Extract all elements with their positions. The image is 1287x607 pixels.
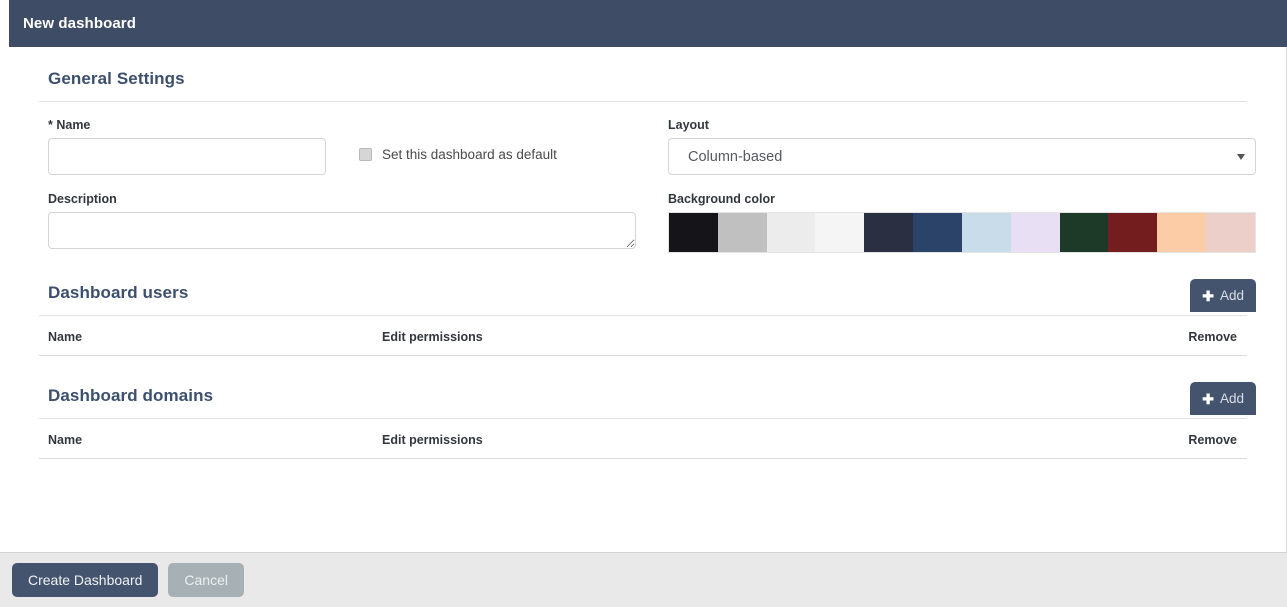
page-title: New dashboard <box>23 15 136 32</box>
add-dashboard-user-label: Add <box>1219 288 1244 303</box>
column-header-edit-permissions: Edit permissions <box>382 433 483 447</box>
dashboard-users-table: Name Edit permissions Remove <box>39 316 1247 356</box>
form-left-column: * Name Set this dashboard as default Des… <box>39 118 659 253</box>
add-dashboard-domain-label: Add <box>1219 391 1244 406</box>
column-header-remove: Remove <box>1188 330 1237 344</box>
background-color-swatch-11[interactable] <box>1206 213 1255 252</box>
dashboard-users-heading: Dashboard users <box>48 283 189 302</box>
name-label: * Name <box>48 118 91 132</box>
background-color-swatch-8[interactable] <box>1059 213 1109 252</box>
background-color-swatch-9[interactable] <box>1108 213 1158 252</box>
dashboard-domains-section: Dashboard domains ✚ Add Name Edit permis… <box>39 382 1256 459</box>
general-settings-heading: General Settings <box>48 69 185 88</box>
description-textarea[interactable] <box>48 212 636 249</box>
chevron-down-icon <box>1237 153 1245 160</box>
set-default-label: Set this dashboard as default <box>382 147 557 162</box>
dashboard-users-section: Dashboard users ✚ Add Name Edit permissi… <box>39 279 1256 356</box>
section-divider <box>39 101 1247 102</box>
plus-icon: ✚ <box>1202 287 1214 304</box>
form-footer: Create Dashboard Cancel <box>0 552 1287 607</box>
create-dashboard-button[interactable]: Create Dashboard <box>12 563 159 597</box>
cancel-button[interactable]: Cancel <box>168 563 244 597</box>
background-color-swatch-4[interactable] <box>864 213 914 252</box>
layout-select-wrapper[interactable]: Column-based <box>668 138 1256 175</box>
general-settings-section: General Settings * Name Set this dashboa… <box>39 69 1256 253</box>
column-header-remove: Remove <box>1188 433 1237 447</box>
layout-select[interactable]: Column-based <box>668 138 1256 175</box>
layout-select-value: Column-based <box>688 148 783 165</box>
background-color-palette[interactable] <box>668 212 1256 253</box>
column-header-name: Name <box>48 330 83 344</box>
background-color-label: Background color <box>668 192 775 206</box>
background-color-swatch-2[interactable] <box>766 213 816 252</box>
dashboard-domains-heading: Dashboard domains <box>48 386 214 405</box>
add-dashboard-domain-button[interactable]: ✚ Add <box>1190 382 1256 415</box>
column-header-edit-permissions: Edit permissions <box>382 330 483 344</box>
column-header-name: Name <box>48 433 83 447</box>
background-color-swatch-10[interactable] <box>1157 213 1207 252</box>
background-color-swatch-3[interactable] <box>815 213 865 252</box>
name-input[interactable] <box>48 138 326 175</box>
dashboard-domains-table: Name Edit permissions Remove <box>39 419 1247 459</box>
table-header-row: Name Edit permissions Remove <box>39 316 1247 356</box>
set-default-checkbox[interactable] <box>359 148 372 161</box>
form-scroll-area: General Settings * Name Set this dashboa… <box>0 47 1287 552</box>
layout-label: Layout <box>668 118 709 132</box>
background-color-swatch-6[interactable] <box>961 213 1011 252</box>
background-color-swatch-1[interactable] <box>717 213 767 252</box>
form-right-column: Layout Column-based Background color <box>659 118 1256 253</box>
plus-icon: ✚ <box>1202 390 1214 407</box>
background-color-swatch-5[interactable] <box>913 213 962 252</box>
background-color-swatch-0[interactable] <box>669 213 718 252</box>
table-header-row: Name Edit permissions Remove <box>39 419 1247 459</box>
description-label: Description <box>48 192 117 206</box>
window-title-bar: New dashboard <box>0 0 1287 47</box>
add-dashboard-user-button[interactable]: ✚ Add <box>1190 279 1256 312</box>
set-default-checkbox-row[interactable]: Set this dashboard as default <box>359 147 557 162</box>
new-dashboard-page: New dashboard General Settings * Name Se… <box>0 0 1287 607</box>
background-color-swatch-7[interactable] <box>1010 213 1060 252</box>
